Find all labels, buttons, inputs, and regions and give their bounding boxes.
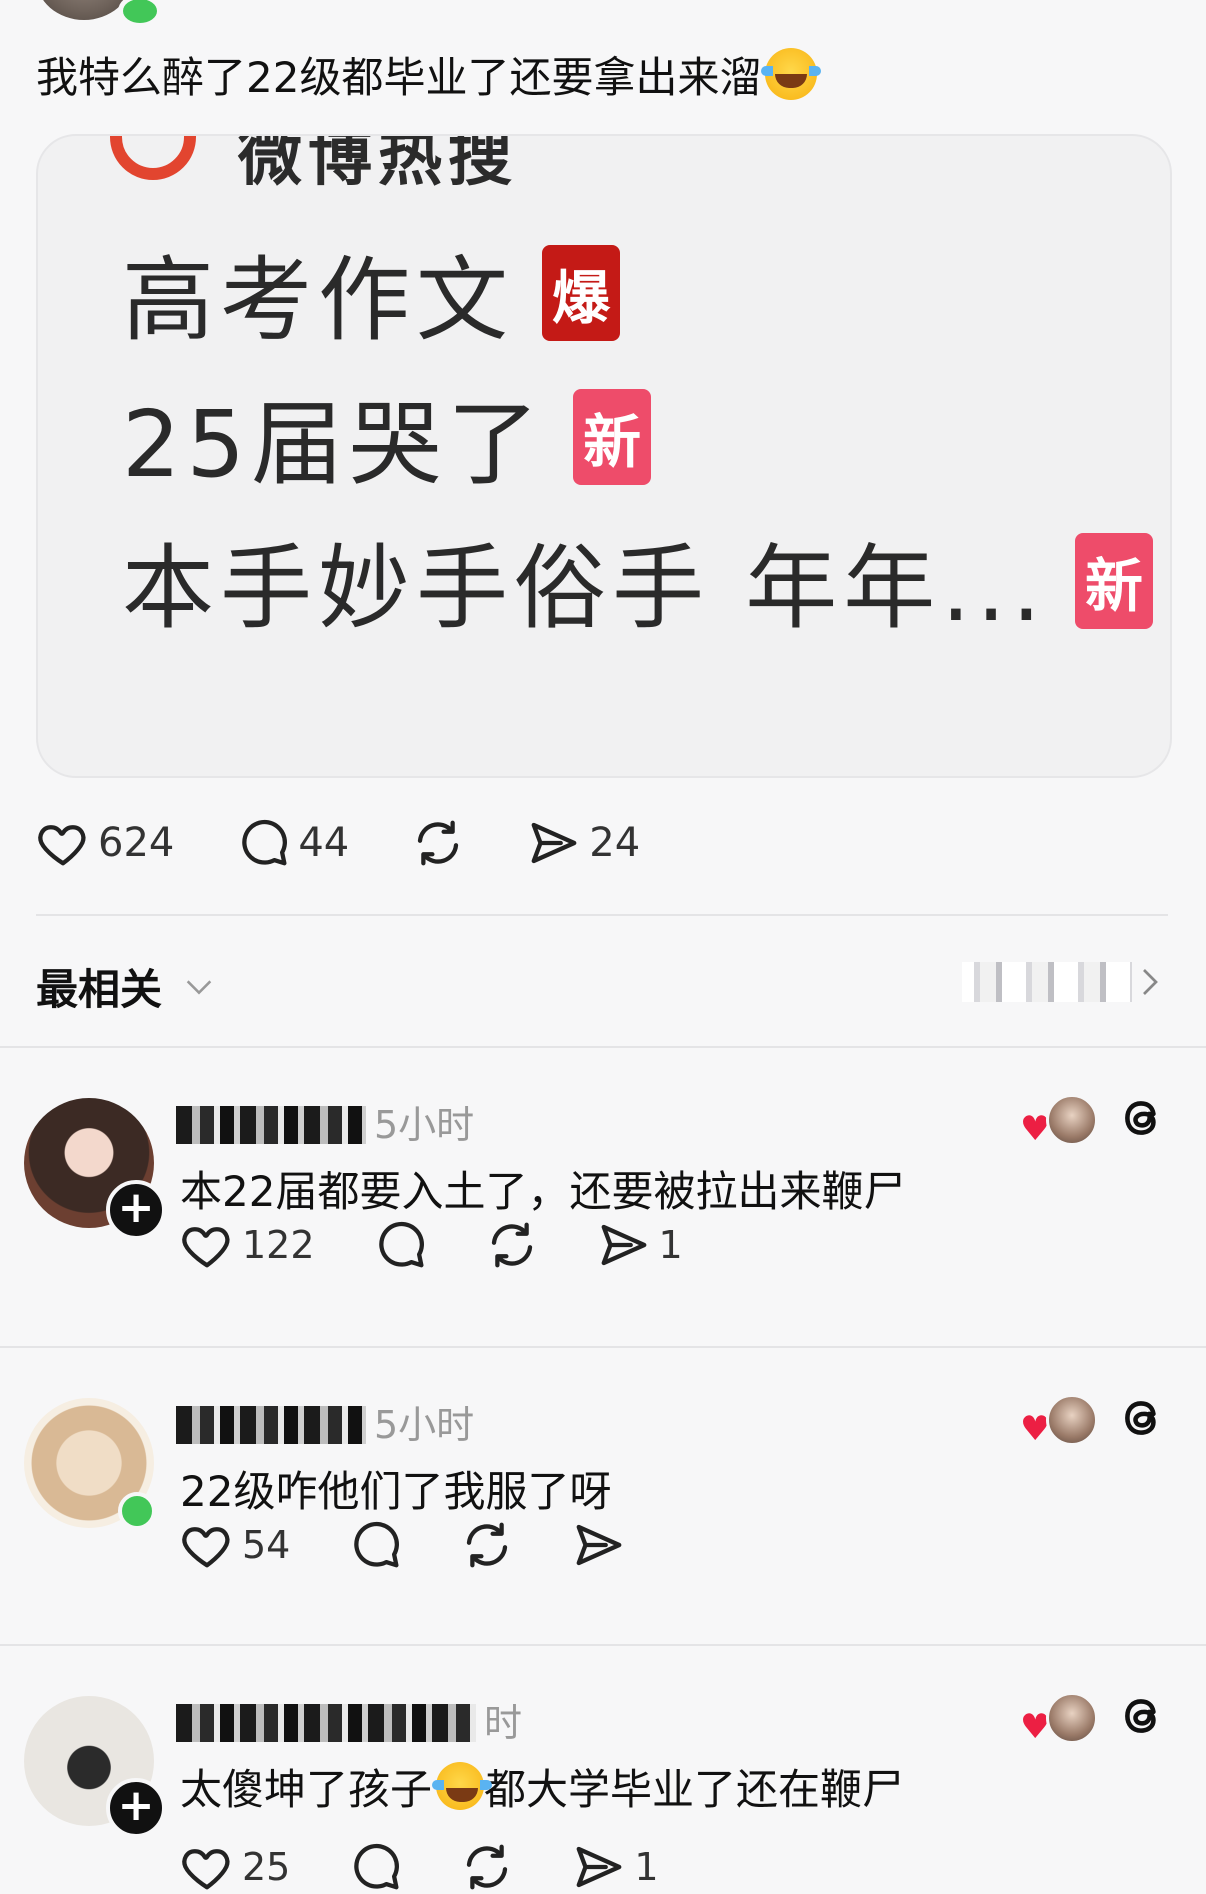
heart-icon — [38, 825, 86, 866]
username-blurred[interactable] — [176, 1106, 366, 1144]
sort-label: 最相关 — [36, 965, 163, 1014]
comment-text: 22级咋他们了我服了呀 — [180, 1467, 612, 1516]
threads-icon[interactable] — [1118, 1092, 1168, 1142]
comment-actions: 25 1 — [180, 1840, 717, 1894]
comment-time: 时 — [484, 1701, 523, 1745]
like-button[interactable]: 54 — [180, 1518, 290, 1572]
comment-meta: 5小时 — [176, 1394, 474, 1449]
comment-actions: 122 1 — [180, 1218, 741, 1272]
repost-button[interactable] — [411, 816, 465, 870]
author-avatar-small — [1046, 1094, 1098, 1146]
heart-icon — [182, 1227, 230, 1268]
repost-button[interactable] — [485, 1218, 539, 1272]
comment-meta: 5小时 — [176, 1094, 474, 1149]
send-icon — [576, 1846, 622, 1888]
comment-time: 5小时 — [374, 1103, 475, 1147]
share-button[interactable]: 1 — [572, 1840, 659, 1894]
sort-dropdown[interactable]: 最相关 — [36, 956, 216, 1017]
send-icon — [601, 1224, 646, 1266]
view-activity-link[interactable] — [962, 962, 1168, 1002]
share-count: 24 — [589, 820, 641, 866]
laughing-emoji-icon — [432, 1762, 493, 1810]
divider — [36, 914, 1168, 916]
chevron-right-icon — [1143, 969, 1158, 995]
hot-item-tag: 爆 — [542, 245, 621, 341]
author-liked-badge: ♥ — [1020, 1692, 1098, 1744]
hot-item-tag: 新 — [573, 389, 652, 485]
follow-plus-icon[interactable]: + — [106, 1778, 166, 1838]
post-actions: 624 44 24 — [36, 816, 702, 870]
comment-text: 太傻坤了孩子 都大学毕业了还在鞭尸 — [180, 1756, 904, 1817]
comment-count: 44 — [298, 820, 350, 866]
username-blurred[interactable] — [176, 1704, 476, 1742]
hot-item-tag: 新 — [1074, 533, 1153, 629]
repost-icon — [418, 820, 459, 866]
share-count: 1 — [658, 1223, 683, 1267]
post-text: 我特么醉了22级都毕业了还要拿出来溜 — [36, 46, 822, 110]
comment-item: + 时 太傻坤了孩子 都大学毕业了还在鞭尸 ♥ 25 1 — [0, 1644, 1206, 1892]
like-button[interactable]: 122 — [180, 1218, 315, 1272]
post-image[interactable]: 微博热搜 高考作文爆 25届哭了新 本手妙手俗手 年年... 新 — [36, 134, 1172, 778]
post-text-content: 我特么醉了22级都毕业了还要拿出来溜 — [36, 53, 762, 102]
comment-button[interactable]: 44 — [236, 816, 349, 870]
like-count: 54 — [242, 1523, 291, 1567]
blurred-text — [962, 962, 1132, 1002]
hot-item-label: 本手妙手俗手 年年... — [122, 535, 1047, 642]
comment-text: 本22届都要入土了，还要被拉出来鞭尸 — [180, 1167, 906, 1216]
repost-icon — [467, 1844, 508, 1890]
online-indicator — [118, 0, 162, 28]
share-button[interactable] — [572, 1518, 626, 1572]
send-icon — [531, 822, 577, 864]
hot-item-label: 高考作文 — [122, 247, 515, 354]
like-count: 122 — [242, 1223, 315, 1267]
reply-button[interactable] — [348, 1840, 402, 1894]
comment-icon — [378, 1221, 424, 1268]
repost-icon — [467, 1522, 508, 1568]
threads-icon[interactable] — [1118, 1392, 1168, 1442]
share-button[interactable]: 1 — [597, 1218, 683, 1272]
repost-button[interactable] — [460, 1518, 514, 1572]
comment-icon — [354, 1521, 400, 1568]
share-button[interactable]: 24 — [527, 816, 640, 870]
username-blurred[interactable] — [176, 1406, 366, 1444]
online-indicator — [118, 1492, 156, 1530]
hot-item-label: 25届哭了 — [122, 391, 546, 498]
heart-icon — [182, 1849, 230, 1890]
comment-text-part: 都大学毕业了还在鞭尸 — [484, 1765, 905, 1814]
send-icon — [576, 1524, 622, 1566]
comment-icon — [242, 819, 288, 866]
hot-item: 本手妙手俗手 年年... 新 — [122, 514, 1153, 647]
comment-item: + 5小时 本22届都要入土了，还要被拉出来鞭尸 ♥ 122 1 — [0, 1046, 1206, 1346]
search-icon — [110, 136, 196, 180]
hot-item: 高考作文爆 — [122, 226, 621, 359]
repost-icon — [491, 1222, 532, 1268]
threads-icon[interactable] — [1118, 1690, 1168, 1740]
comment-icon — [354, 1843, 400, 1890]
follow-plus-icon[interactable]: + — [106, 1180, 166, 1240]
hot-item: 25届哭了新 — [122, 370, 652, 503]
like-count: 624 — [98, 820, 175, 866]
chevron-down-icon — [186, 979, 212, 994]
like-button[interactable]: 25 — [180, 1840, 290, 1894]
repost-button[interactable] — [460, 1840, 514, 1894]
like-button[interactable]: 624 — [36, 816, 174, 870]
comment-actions: 54 — [180, 1518, 684, 1572]
reply-button[interactable] — [373, 1218, 427, 1272]
like-count: 25 — [242, 1845, 291, 1889]
image-header: 微博热搜 — [238, 134, 518, 195]
reply-button[interactable] — [348, 1518, 402, 1572]
author-avatar-small — [1046, 1692, 1098, 1744]
author-avatar-small — [1046, 1394, 1098, 1446]
heart-icon — [182, 1527, 230, 1568]
comment-time: 5小时 — [374, 1403, 475, 1447]
comment-meta: 时 — [176, 1692, 522, 1747]
share-count: 1 — [634, 1845, 659, 1889]
author-liked-badge: ♥ — [1020, 1394, 1098, 1446]
laughing-emoji-icon — [761, 48, 822, 100]
comment-item: 5小时 22级咋他们了我服了呀 ♥ 54 — [0, 1346, 1206, 1646]
comment-text-part: 太傻坤了孩子 — [180, 1765, 433, 1814]
author-liked-badge: ♥ — [1020, 1094, 1098, 1146]
